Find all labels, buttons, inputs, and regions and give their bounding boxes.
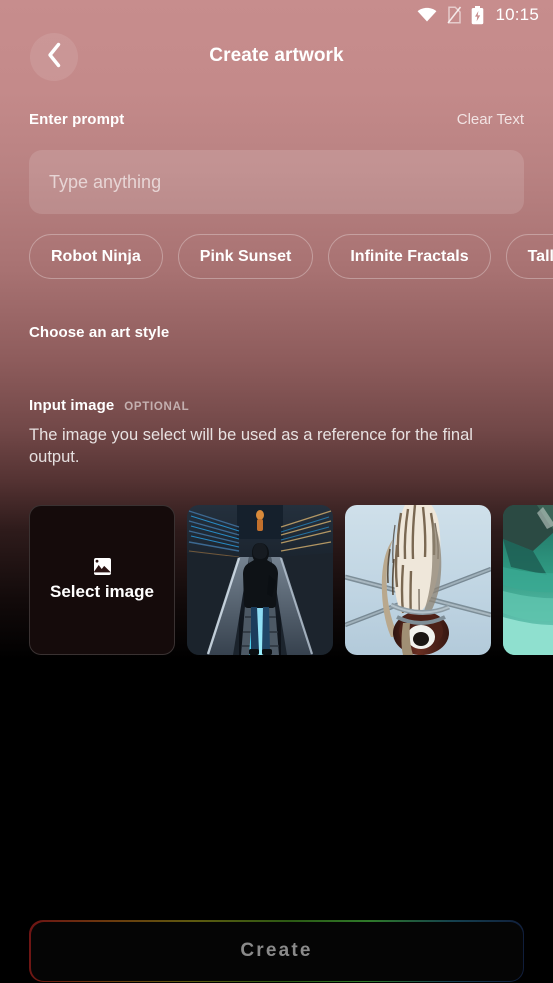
suggestion-chip[interactable]: Robot Ninja: [29, 234, 163, 279]
prompt-suggestion-row[interactable]: Robot Ninja Pink Sunset Infinite Fractal…: [29, 234, 553, 279]
prompt-label-row: Enter prompt Clear Text: [29, 111, 524, 128]
image-icon: [93, 558, 111, 575]
create-button-label: Create: [240, 940, 313, 961]
thumbnail-escalator-neon-photo[interactable]: [187, 505, 333, 655]
status-bar-time: 10:15: [495, 5, 539, 24]
status-bar: 10:15: [0, 0, 553, 30]
suggestion-chip[interactable]: Infinite Fractals: [328, 234, 491, 279]
input-image-description: The image you select will be used as a r…: [29, 426, 473, 466]
select-image-label: Select image: [50, 582, 154, 601]
suggestion-chip[interactable]: Pink Sunset: [177, 234, 314, 279]
input-image-title: Input image: [29, 397, 115, 414]
wifi-icon: [417, 7, 437, 23]
thumbnail-bird-on-powerline-photo[interactable]: [345, 505, 491, 655]
art-style-section-title: Choose an art style: [29, 324, 170, 341]
clear-text-button[interactable]: Clear Text: [457, 111, 524, 128]
battery-charging-icon: [471, 5, 484, 25]
input-image-thumbnail-row[interactable]: Select image: [29, 505, 553, 655]
prompt-input-placeholder: Type anything: [49, 171, 162, 192]
chevron-left-icon: [46, 42, 62, 73]
page-title: Create artwork: [209, 45, 344, 66]
create-button[interactable]: Create: [29, 920, 524, 982]
create-button-inner: Create: [30, 921, 523, 981]
select-image-card[interactable]: Select image: [29, 505, 175, 655]
suggestion-chip[interactable]: Tall Bird: [505, 234, 553, 279]
create-artwork-screen: 10:15 Create artwork Enter prompt Clear …: [0, 0, 553, 983]
app-header: Create artwork: [0, 30, 553, 82]
back-button[interactable]: [30, 33, 78, 81]
optional-badge: OPTIONAL: [124, 401, 190, 413]
no-sim-icon: [446, 6, 462, 24]
input-image-header: Input image OPTIONAL: [29, 397, 189, 414]
prompt-label: Enter prompt: [29, 111, 125, 128]
thumbnail-turquoise-lake-boat-photo[interactable]: [503, 505, 553, 655]
prompt-input[interactable]: Type anything: [29, 150, 524, 214]
